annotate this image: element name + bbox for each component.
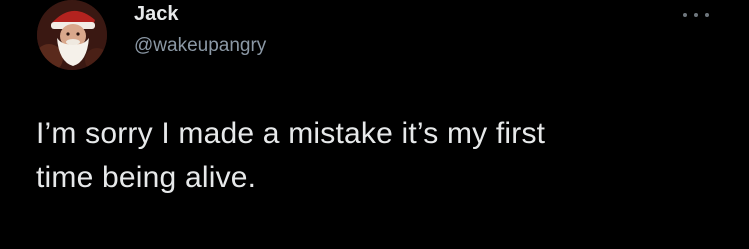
tweet-text-line: I’m sorry I made a mistake it’s my first	[36, 117, 546, 150]
santa-avatar-icon	[37, 0, 107, 70]
tweet-card: Jack @wakeupangry I’m sorry I made a mis…	[0, 0, 749, 249]
tweet-text-line: time being alive.	[36, 161, 257, 194]
avatar[interactable]	[37, 0, 107, 70]
tweet-text: I’m sorry I made a mistake it’s my first…	[36, 112, 726, 200]
ellipsis-horizontal-icon[interactable]	[683, 8, 709, 22]
dot-icon	[683, 13, 687, 17]
author-display-name[interactable]: Jack	[134, 2, 179, 26]
author-handle[interactable]: @wakeupangry	[134, 34, 266, 58]
dot-icon	[694, 13, 698, 17]
dot-icon	[705, 13, 709, 17]
